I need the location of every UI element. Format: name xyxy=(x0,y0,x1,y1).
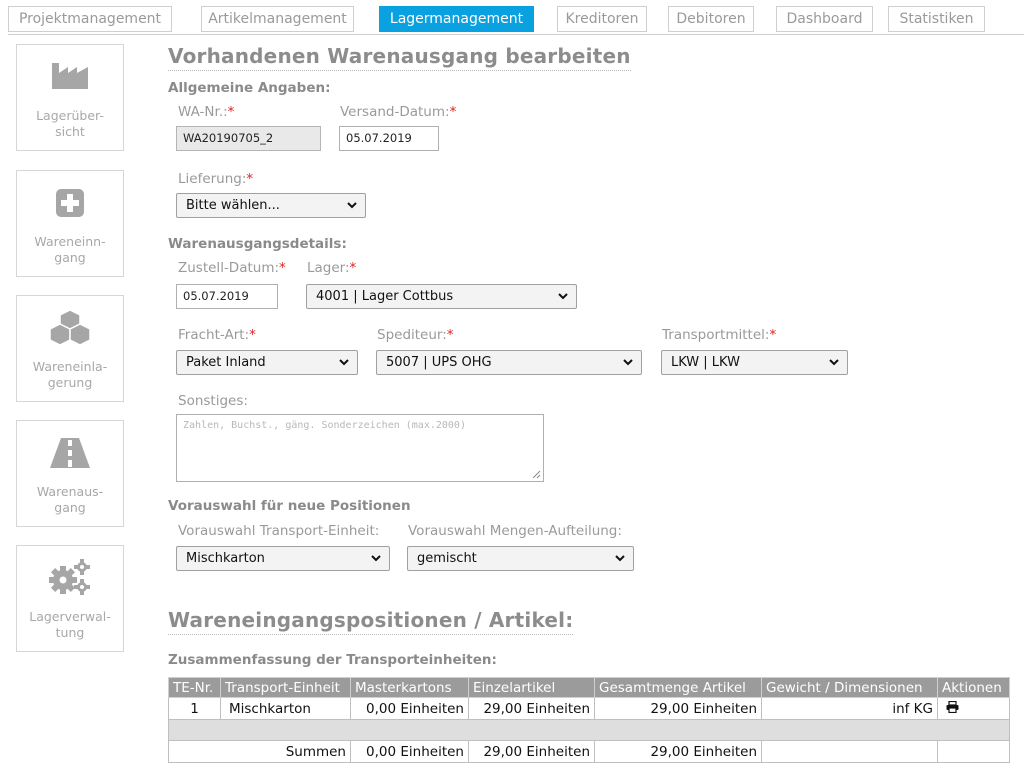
sidebar-item-wareneinlagerung[interactable]: Wareneinla- gerung xyxy=(16,295,124,402)
spediteur-select[interactable]: 5007 | UPS OHG xyxy=(376,350,642,375)
col-aktionen: Aktionen xyxy=(937,677,1010,698)
mengen-aufteilung-select[interactable]: gemischt xyxy=(407,546,634,571)
sidebar-item-label: Wareneinn- gang xyxy=(34,234,106,265)
positions-title: Wareneingangspositionen / Artikel: xyxy=(168,608,574,635)
page-title: Vorhandenen Warenausgang bearbeiten xyxy=(168,44,631,71)
tab-statistiken[interactable]: Statistiken xyxy=(888,6,985,32)
plus-square-icon xyxy=(56,189,84,217)
factory-icon xyxy=(52,63,88,89)
tab-debitoren[interactable]: Debitoren xyxy=(668,6,754,32)
resize-handle-icon[interactable] xyxy=(532,470,541,479)
col-transport-einheit: Transport-Einheit xyxy=(220,677,351,698)
cell-sum-einzelartikel: 29,00 Einheiten xyxy=(468,740,595,763)
tab-dashboard[interactable]: Dashboard xyxy=(776,6,873,32)
wa-nr-field[interactable]: WA20190705_2 xyxy=(176,126,321,151)
transport-einheit-label: Vorauswahl Transport-Einheit: xyxy=(178,523,380,539)
cell-einzelartikel: 29,00 Einheiten xyxy=(468,697,595,720)
section-heading-vorauswahl: Vorauswahl für neue Positionen xyxy=(168,498,411,514)
col-einzelartikel: Einzelartikel xyxy=(468,677,595,698)
lieferung-label: Lieferung:* xyxy=(178,171,254,187)
chevron-down-icon xyxy=(829,359,839,366)
chevron-down-icon xyxy=(615,555,625,562)
chevron-down-icon xyxy=(558,293,568,300)
cubes-icon xyxy=(49,309,91,346)
tab-projektmanagement[interactable]: Projektmanagement xyxy=(8,6,172,32)
chevron-down-icon xyxy=(347,202,357,209)
col-gesamtmenge: Gesamtmenge Artikel xyxy=(594,677,762,698)
col-gewicht: Gewicht / Dimensionen xyxy=(761,677,938,698)
cell-sum-masterkartons: 0,00 Einheiten xyxy=(350,740,469,763)
summary-heading: Zusammenfassung der Transporteinheiten: xyxy=(168,652,497,668)
cell-te-nr: 1 xyxy=(168,697,221,720)
sidebar-item-lagerverwaltung[interactable]: Lagerverwal- tung xyxy=(16,545,124,652)
lager-select[interactable]: 4001 | Lager Cottbus xyxy=(306,284,577,309)
transportmittel-select[interactable]: LKW | LKW xyxy=(661,350,848,375)
table-header-row: TE-Nr. Transport-Einheit Masterkartons E… xyxy=(168,677,1010,698)
cell-gesamtmenge: 29,00 Einheiten xyxy=(594,697,762,720)
sonstiges-textarea[interactable]: Zahlen, Buchst., gäng. Sonderzeichen (ma… xyxy=(176,414,544,482)
transport-einheit-select[interactable]: Mischkarton xyxy=(176,546,390,571)
sonstiges-label: Sonstiges: xyxy=(178,393,248,409)
zustell-datum-label: Zustell-Datum:* xyxy=(178,260,286,276)
main-nav: Projektmanagement Artikelmanagement Lage… xyxy=(8,6,1024,35)
cell-sum-label: Summen xyxy=(168,740,351,763)
tab-artikelmanagement[interactable]: Artikelmanagement xyxy=(201,6,354,32)
sidebar-item-label: Warenaus- gang xyxy=(36,484,104,515)
sonstiges-placeholder: Zahlen, Buchst., gäng. Sonderzeichen (ma… xyxy=(183,420,466,431)
sidebar-item-warenausgang[interactable]: Warenaus- gang xyxy=(16,420,124,527)
chevron-down-icon xyxy=(623,359,633,366)
cell-gewicht: inf KG xyxy=(761,697,938,720)
section-heading-details: Warenausgangsdetails: xyxy=(168,236,347,252)
sidebar-item-lageruebersicht[interactable]: Lagerüber- sicht xyxy=(16,44,124,151)
table-sum-row: Summen 0,00 Einheiten 29,00 Einheiten 29… xyxy=(168,740,1010,763)
table-spacer-row xyxy=(168,719,1010,741)
lager-label: Lager:* xyxy=(307,260,357,276)
zustell-datum-field[interactable]: 05.07.2019 xyxy=(176,284,278,309)
spediteur-label: Spediteur:* xyxy=(377,327,454,343)
wa-nr-label: WA-Nr.:* xyxy=(178,104,235,120)
gears-icon xyxy=(49,559,90,595)
cell-sum-gesamtmenge: 29,00 Einheiten xyxy=(594,740,762,763)
chevron-down-icon xyxy=(371,555,381,562)
sidebar-item-label: Wareneinla- gerung xyxy=(32,359,108,390)
tab-kreditoren[interactable]: Kreditoren xyxy=(557,6,647,32)
sidebar-item-wareneingang[interactable]: Wareneinn- gang xyxy=(16,170,124,277)
cell-einheit: Mischkarton xyxy=(220,697,351,720)
chevron-down-icon xyxy=(339,359,349,366)
transportmittel-label: Transportmittel:* xyxy=(662,327,777,343)
col-masterkartons: Masterkartons xyxy=(350,677,469,698)
tab-lagermanagement[interactable]: Lagermanagement xyxy=(379,6,534,32)
print-icon[interactable] xyxy=(946,700,959,713)
cell-aktionen xyxy=(937,697,1010,720)
sidebar-item-label: Lagerüber- sicht xyxy=(36,108,104,139)
road-icon xyxy=(50,438,90,468)
versand-datum-label: Versand-Datum:* xyxy=(340,104,457,120)
versand-datum-field[interactable]: 05.07.2019 xyxy=(339,126,439,151)
lieferung-select[interactable]: Bitte wählen... xyxy=(176,193,366,218)
sidebar-item-label: Lagerverwal- tung xyxy=(29,609,111,640)
section-heading-allgemein: Allgemeine Angaben: xyxy=(168,80,331,96)
fracht-art-select[interactable]: Paket Inland xyxy=(176,350,358,375)
cell-masterkartons: 0,00 Einheiten xyxy=(350,697,469,720)
transport-units-table: TE-Nr. Transport-Einheit Masterkartons E… xyxy=(168,677,1010,763)
table-row: 1 Mischkarton 0,00 Einheiten 29,00 Einhe… xyxy=(168,697,1010,720)
mengen-aufteilung-label: Vorauswahl Mengen-Aufteilung: xyxy=(408,523,622,539)
col-te-nr: TE-Nr. xyxy=(168,677,221,698)
fracht-art-label: Fracht-Art:* xyxy=(178,327,256,343)
